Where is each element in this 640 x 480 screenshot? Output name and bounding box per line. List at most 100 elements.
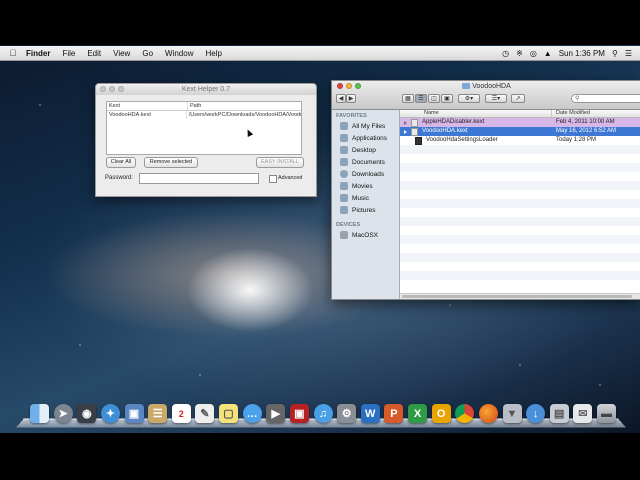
minimize-button[interactable] [109, 86, 115, 92]
stickies-icon[interactable]: ▢ [219, 404, 238, 423]
column-header-kext[interactable]: Kext [107, 102, 188, 110]
kext-table[interactable]: Kext Path VoodooHDA.kext /Users/workPC/D… [106, 101, 302, 155]
clock-text[interactable]: Sun 1:36 PM [559, 49, 605, 58]
disclosure-triangle-icon[interactable] [404, 120, 407, 125]
menu-go[interactable]: Go [142, 49, 153, 58]
finder-title-text: VoodooHDA [472, 83, 511, 90]
documents-icon [340, 158, 348, 166]
safari-icon[interactable]: ✦ [100, 404, 120, 423]
column-header-path[interactable]: Path [188, 102, 201, 110]
sidebar-item-music[interactable]: Music [332, 192, 399, 204]
excel-icon[interactable]: X [408, 404, 427, 423]
easy-install-button[interactable]: EASY INSTALL [256, 157, 304, 168]
menu-window[interactable]: Window [165, 49, 193, 58]
list-item[interactable]: VoodooHdaSettingsLoader Today 1:28 PM [400, 136, 640, 145]
advanced-checkbox[interactable] [269, 175, 277, 183]
sidebar-item-documents[interactable]: Documents [332, 156, 399, 168]
preview-icon[interactable]: ▣ [124, 404, 144, 423]
dashboard-icon[interactable]: ◉ [77, 404, 97, 423]
cell-kext: VoodooHDA.kext [107, 111, 187, 119]
menu-file[interactable]: File [62, 49, 75, 58]
sidebar-item-movies[interactable]: Movies [332, 180, 399, 192]
hard-drive-icon [340, 231, 348, 239]
sidebar-item-macosx[interactable]: MacOSX [332, 229, 399, 241]
zoom-button[interactable] [118, 86, 124, 92]
word-icon[interactable]: W [360, 404, 380, 423]
sidebar-item-pictures[interactable]: Pictures [332, 204, 399, 216]
empty-row [400, 271, 640, 280]
forward-button[interactable]: ▶ [346, 94, 356, 103]
kext-helper-window: Kext Helper 0.7 Kext Path VoodooHDA.kext… [95, 83, 317, 197]
messages-icon[interactable]: … [242, 404, 262, 423]
powerpoint-icon[interactable]: P [384, 404, 404, 423]
kext-helper-titlebar[interactable]: Kext Helper 0.7 [96, 84, 316, 95]
empty-row [400, 172, 640, 181]
time-machine-icon[interactable]: ◷ [502, 49, 509, 58]
outlook-icon[interactable]: O [431, 404, 451, 423]
empty-row [400, 280, 640, 289]
volume-icon[interactable]: ▲ [544, 49, 552, 58]
installer-icon[interactable]: ▼ [502, 404, 522, 423]
firefox-icon[interactable] [478, 404, 498, 423]
share-button[interactable]: ↗ [511, 94, 525, 103]
empty-row [400, 154, 640, 163]
facetime-icon[interactable]: ▶ [266, 404, 286, 423]
trash-icon[interactable]: ▬ [597, 404, 616, 423]
calendar-icon[interactable]: 2 [171, 404, 191, 423]
column-header-name[interactable]: Name [400, 110, 552, 117]
sidebar-item-desktop[interactable]: Desktop [332, 144, 399, 156]
list-item[interactable]: AppleHDADisabler.kext Feb 4, 2011 10:00 … [400, 118, 640, 127]
column-header-date[interactable]: Date Modified [552, 110, 590, 117]
back-button[interactable]: ◀ [336, 94, 346, 103]
arrange-menu-button[interactable]: ☰▾ [485, 94, 507, 103]
password-label: Password: [105, 175, 134, 181]
clear-all-button[interactable]: Clear All [106, 157, 136, 168]
empty-row [400, 217, 640, 226]
sidebar-item-downloads[interactable]: Downloads [332, 168, 399, 180]
documents-stack-icon[interactable]: ▤ [549, 404, 569, 423]
file-date: Feb 4, 2011 10:00 AM [556, 119, 615, 125]
apple-menu-icon[interactable]:  [6, 48, 20, 58]
sidebar-item-all-my-files[interactable]: All My Files [332, 120, 399, 132]
menu-help[interactable]: Help [205, 49, 221, 58]
scrollbar-thumb[interactable] [402, 295, 632, 298]
finder-toolbar[interactable]: VoodooHDA ◀ ▶ ▦ ☰ ◫ ▣ ⚙▾ ☰▾ ↗ ⚲ [332, 81, 640, 110]
sidebar-item-applications[interactable]: Applications [332, 132, 399, 144]
mail-stack-icon[interactable]: ✉ [573, 404, 593, 423]
devices-header: DEVICES [336, 222, 361, 228]
sidebar-item-label: Music [352, 194, 369, 202]
photobooth-icon[interactable]: ▣ [289, 404, 309, 423]
list-item[interactable]: VoodooHDA.kext May 16, 2012 6:52 AM [400, 127, 640, 136]
wifi-icon[interactable]: ◎ [530, 49, 537, 58]
system-preferences-icon[interactable]: ⚙ [337, 404, 357, 423]
notification-center-icon[interactable]: ☰ [625, 49, 632, 58]
menu-view[interactable]: View [113, 49, 130, 58]
sidebar-item-label: Movies [352, 182, 373, 190]
table-header: Kext Path [107, 102, 301, 111]
menu-edit[interactable]: Edit [87, 49, 101, 58]
remove-selected-button[interactable]: Remove selected [144, 157, 198, 168]
cover-flow-button[interactable]: ▣ [441, 94, 453, 103]
disclosure-triangle-icon[interactable] [404, 129, 407, 134]
search-field[interactable]: ⚲ [571, 94, 640, 103]
finder-icon[interactable] [30, 404, 49, 423]
close-button[interactable] [100, 86, 106, 92]
empty-row [400, 199, 640, 208]
bluetooth-icon[interactable]: ※ [516, 49, 523, 58]
spotlight-icon[interactable]: ⚲ [612, 49, 618, 58]
horizontal-scrollbar[interactable] [400, 293, 640, 299]
launchpad-icon[interactable]: ➤ [53, 404, 73, 423]
downloads-stack-icon[interactable]: ↓ [526, 404, 546, 423]
sidebar-item-label: Downloads [352, 170, 385, 178]
password-field[interactable] [139, 173, 259, 184]
menu-finder[interactable]: Finder [26, 49, 50, 58]
action-menu-button[interactable]: ⚙▾ [458, 94, 480, 103]
textedit-icon[interactable]: ✎ [195, 404, 215, 423]
chrome-icon[interactable] [455, 404, 475, 423]
list-view-button[interactable]: ☰ [415, 94, 427, 103]
itunes-icon[interactable]: ♫ [313, 404, 333, 423]
table-row[interactable]: VoodooHDA.kext /Users/workPC/Downloads/V… [107, 111, 301, 119]
icon-view-button[interactable]: ▦ [402, 94, 414, 103]
column-view-button[interactable]: ◫ [428, 94, 440, 103]
notes-icon[interactable]: ☰ [148, 404, 168, 423]
